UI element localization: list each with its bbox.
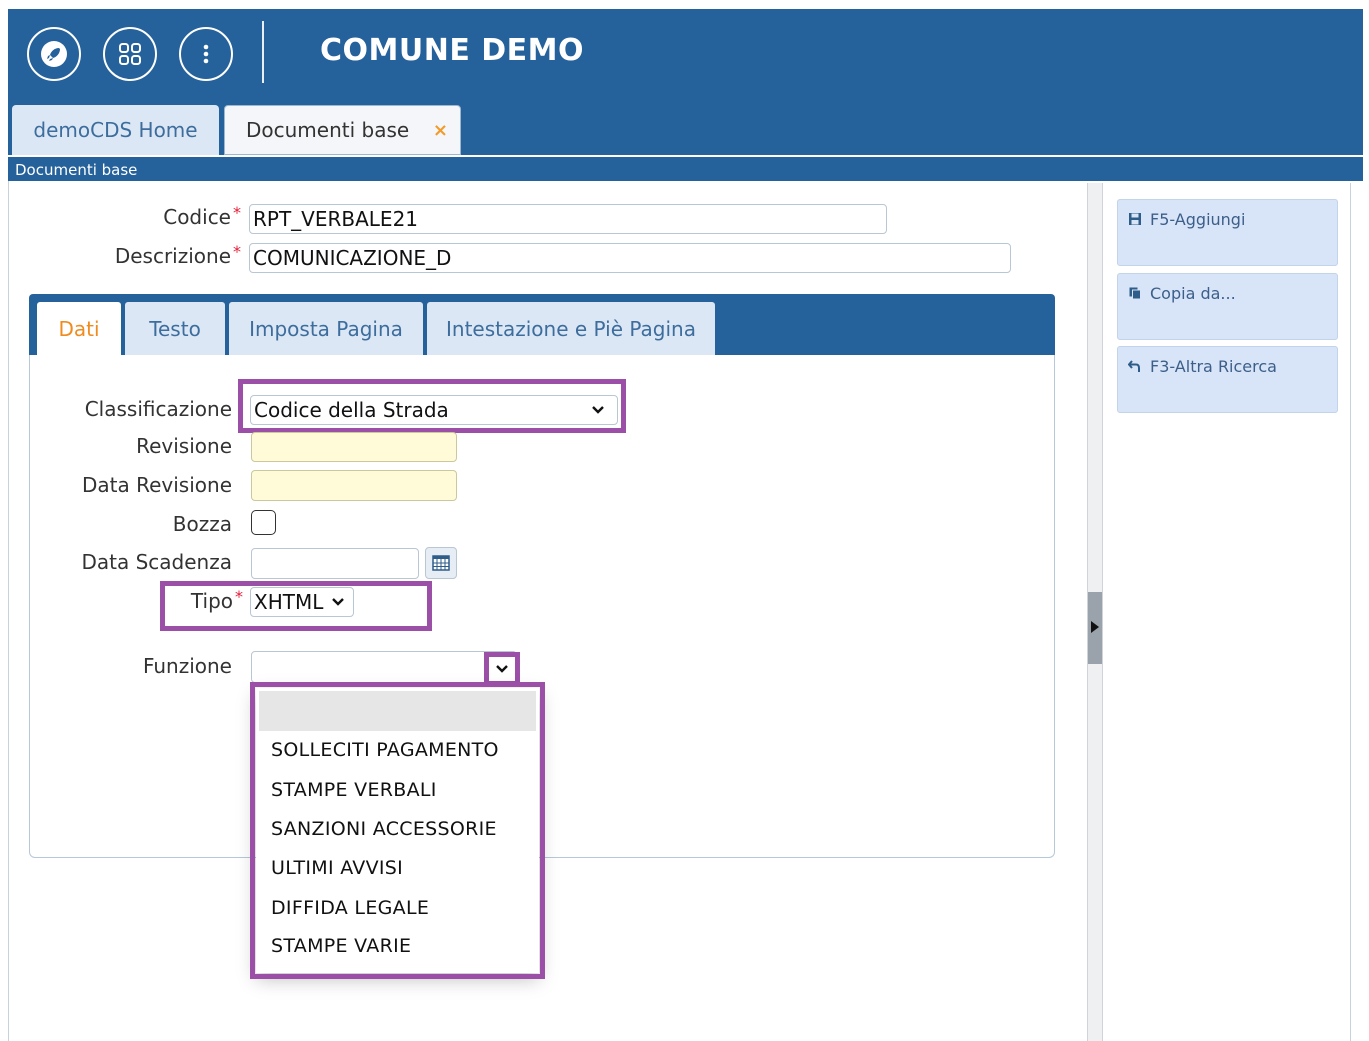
required-marker: * [233, 242, 241, 261]
tab-testo[interactable]: Testo [125, 302, 225, 355]
action-panel: F5-Aggiungi Copia da... F3-Altra Ricerca [1103, 183, 1351, 1041]
save-icon [1129, 213, 1141, 225]
rocket-icon [41, 41, 67, 67]
funzione-dropdown-toggle[interactable] [484, 652, 520, 686]
data-scadenza-label: Data Scadenza [81, 550, 233, 574]
copy-icon [1129, 287, 1141, 300]
bozza-checkbox[interactable] [251, 510, 276, 535]
classificazione-label: Classificazione [84, 397, 232, 421]
highlight-funzione-options [250, 682, 545, 979]
other-search-button[interactable]: F3-Altra Ricerca [1117, 346, 1338, 413]
tab-democds-home[interactable]: demoCDS Home [12, 105, 219, 155]
rocket-button[interactable] [27, 27, 81, 81]
app-tab-bar: demoCDS Home Documenti base × [8, 101, 1363, 155]
codice-input[interactable]: RPT_VERBALE21 [249, 204, 887, 234]
add-button-label: F5-Aggiungi [1150, 210, 1246, 229]
funzione-label: Funzione [142, 654, 232, 678]
revisione-input[interactable] [251, 432, 457, 462]
required-marker: * [233, 203, 241, 222]
breadcrumb-bar: Documenti base [8, 155, 1363, 181]
apps-button[interactable] [103, 27, 157, 81]
tab-imposta-pagina[interactable]: Imposta Pagina [229, 302, 423, 355]
funzione-select[interactable] [251, 651, 517, 683]
codice-label: Codice * [69, 203, 241, 229]
tab-dati[interactable]: Dati [37, 302, 121, 355]
more-vertical-icon [203, 44, 209, 64]
back-arrow-icon [1128, 360, 1140, 372]
other-search-button-label: F3-Altra Ricerca [1150, 357, 1277, 376]
breadcrumb: Documenti base [15, 161, 138, 179]
calendar-icon [432, 555, 450, 571]
tab-intestazione-pie-pagina[interactable]: Intestazione e Piè Pagina [427, 302, 715, 355]
descrizione-label-text: Descrizione [114, 244, 231, 268]
revisione-label: Revisione [136, 434, 232, 458]
caret-right-icon[interactable] [1091, 621, 1099, 633]
tab-documenti-base[interactable]: Documenti base × [224, 105, 461, 155]
add-button[interactable]: F5-Aggiungi [1117, 199, 1338, 266]
more-button[interactable] [179, 27, 233, 81]
tab-label: Documenti base [246, 118, 410, 142]
calendar-button[interactable] [425, 547, 457, 579]
chevron-down-icon [496, 665, 508, 673]
header-divider [262, 21, 264, 83]
descrizione-label: Descrizione * [69, 242, 241, 268]
main-panel: Codice * RPT_VERBALE21 Descrizione * COMUN… [8, 181, 1088, 1041]
data-revisione-input[interactable] [251, 470, 457, 501]
inner-tab-bar: Dati Testo Imposta Pagina Intestazione e… [29, 294, 1055, 355]
descrizione-value: COMUNICAZIONE_D [253, 246, 452, 270]
highlight-tipo [160, 581, 432, 631]
codice-label-text: Codice [163, 205, 231, 229]
codice-value: RPT_VERBALE21 [253, 207, 419, 231]
bozza-label: Bozza [172, 512, 232, 536]
app-header: COMUNE DEMO [8, 9, 1363, 101]
close-icon[interactable]: × [433, 120, 448, 141]
data-scadenza-input[interactable] [251, 548, 419, 579]
highlight-classificazione [238, 379, 626, 433]
copy-from-button[interactable]: Copia da... [1117, 273, 1338, 340]
descrizione-input[interactable]: COMUNICAZIONE_D [249, 243, 1011, 273]
copy-from-button-label: Copia da... [1150, 284, 1236, 303]
data-revisione-label: Data Revisione [82, 473, 232, 497]
grid-apps-icon [119, 43, 141, 65]
app-title: COMUNE DEMO [320, 33, 585, 68]
